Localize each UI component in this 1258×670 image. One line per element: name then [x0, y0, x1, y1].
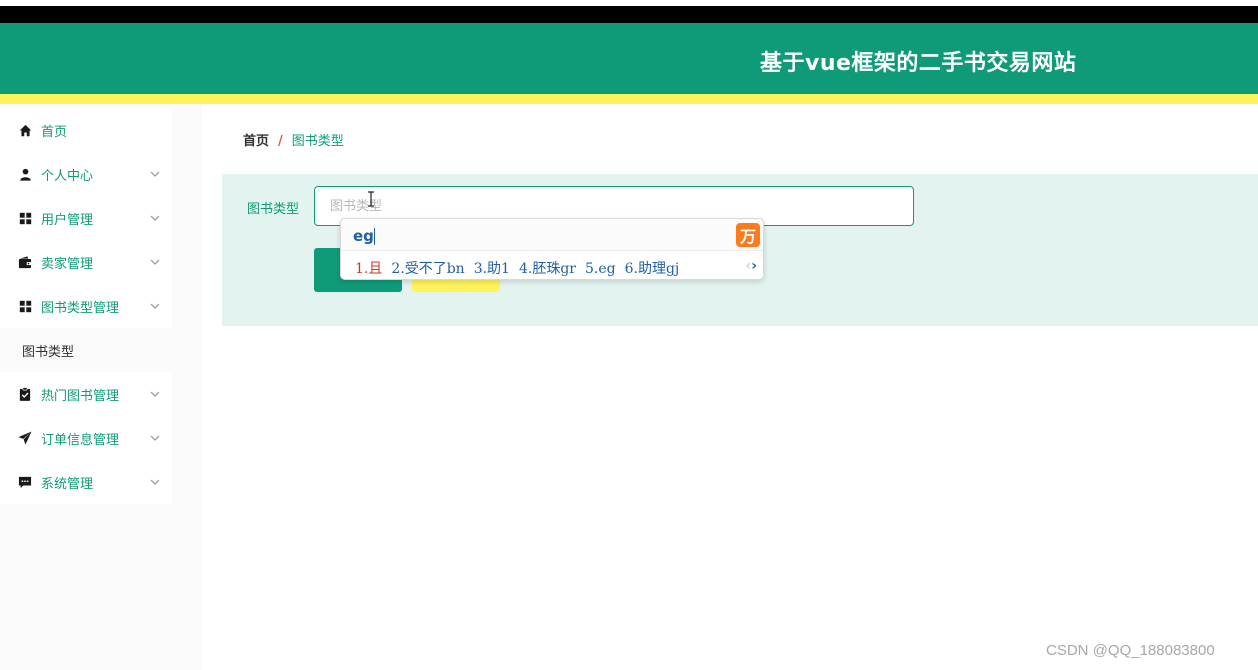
sidebar-item-order-management[interactable]: 订单信息管理: [0, 416, 172, 460]
sidebar-item-label: 首页: [41, 124, 68, 140]
home-icon: [18, 123, 32, 137]
text-cursor-icon: [367, 191, 375, 211]
ime-candidate[interactable]: 5.eg: [585, 261, 616, 277]
clipboard-check-icon: [18, 387, 32, 401]
breadcrumb-current: 图书类型: [291, 134, 344, 149]
ime-logo-icon: 万: [736, 223, 760, 247]
chevron-down-icon: [150, 300, 160, 315]
site-title: 基于vue框架的二手书交易网站: [760, 51, 1077, 76]
site-header: 基于vue框架的二手书交易网站: [0, 23, 1258, 94]
sidebar-item-label: 个人中心: [41, 168, 94, 184]
chevron-down-icon: [150, 388, 160, 403]
chevron-down-icon: [150, 168, 160, 183]
sidebar-item-label: 订单信息管理: [41, 432, 120, 448]
chevron-down-icon: [150, 212, 160, 227]
sidebar-subitem-label: 图书类型: [22, 344, 75, 360]
sidebar-item-label: 卖家管理: [41, 256, 94, 272]
sidebar-item-seller-management[interactable]: 卖家管理: [0, 240, 172, 284]
chevron-down-icon: [150, 256, 160, 271]
search-label: 图书类型: [247, 202, 300, 217]
browser-black-bar: [0, 6, 1258, 23]
ime-candidate[interactable]: 6.助理gj: [625, 261, 680, 277]
header-accent-bar: [0, 94, 1258, 104]
paper-plane-icon: [18, 431, 32, 445]
ime-page-nav: ‹›: [746, 258, 757, 274]
breadcrumb-home[interactable]: 首页: [243, 134, 269, 149]
sidebar-item-home[interactable]: 首页: [0, 108, 172, 152]
breadcrumb: 首页 / 图书类型: [243, 130, 344, 149]
chevron-down-icon: [150, 476, 160, 491]
wallet-icon: [18, 255, 32, 269]
ime-composition-bar: eg 万: [341, 219, 763, 251]
chevron-right-icon[interactable]: ›: [751, 258, 757, 274]
sidebar-item-label: 图书类型管理: [41, 300, 120, 316]
ime-candidate-popup: eg 万 1.且 2.受不了bn 3.助1 4.胚珠gr 5.eg 6.助理gj ‹›: [340, 218, 764, 280]
grid-icon: [18, 299, 32, 313]
sidebar-item-label: 用户管理: [41, 212, 94, 228]
sidebar-item-personal-center[interactable]: 个人中心: [0, 152, 172, 196]
sidebar-item-hot-books-management[interactable]: 热门图书管理: [0, 372, 172, 416]
ime-candidate[interactable]: 1.且: [355, 261, 382, 277]
sidebar-item-book-type-management[interactable]: 图书类型管理: [0, 284, 172, 328]
user-icon: [18, 167, 32, 181]
sidebar-item-system-management[interactable]: 系统管理: [0, 460, 172, 504]
ime-composition-text: eg: [353, 227, 374, 245]
sidebar-item-label: 热门图书管理: [41, 388, 120, 404]
sidebar-subitem-book-type[interactable]: 图书类型: [0, 328, 202, 372]
watermark: CSDN @QQ_188083800: [1046, 642, 1215, 659]
grid-icon: [18, 211, 32, 225]
chat-icon: [18, 475, 32, 489]
sidebar: 首页 个人中心 用户管理 卖家管理 图书类型管理 图书类型 热门图书管理 订单信…: [0, 104, 202, 670]
ime-candidate-list: 1.且 2.受不了bn 3.助1 4.胚珠gr 5.eg 6.助理gj: [355, 258, 688, 278]
ime-candidate[interactable]: 3.助1: [474, 261, 510, 277]
sidebar-item-user-management[interactable]: 用户管理: [0, 196, 172, 240]
ime-candidate[interactable]: 2.受不了bn: [391, 261, 464, 277]
sidebar-item-label: 系统管理: [41, 476, 94, 492]
ime-candidate[interactable]: 4.胚珠gr: [519, 261, 576, 277]
breadcrumb-separator: /: [278, 134, 283, 149]
chevron-down-icon: [150, 432, 160, 447]
ime-caret: [374, 228, 375, 245]
